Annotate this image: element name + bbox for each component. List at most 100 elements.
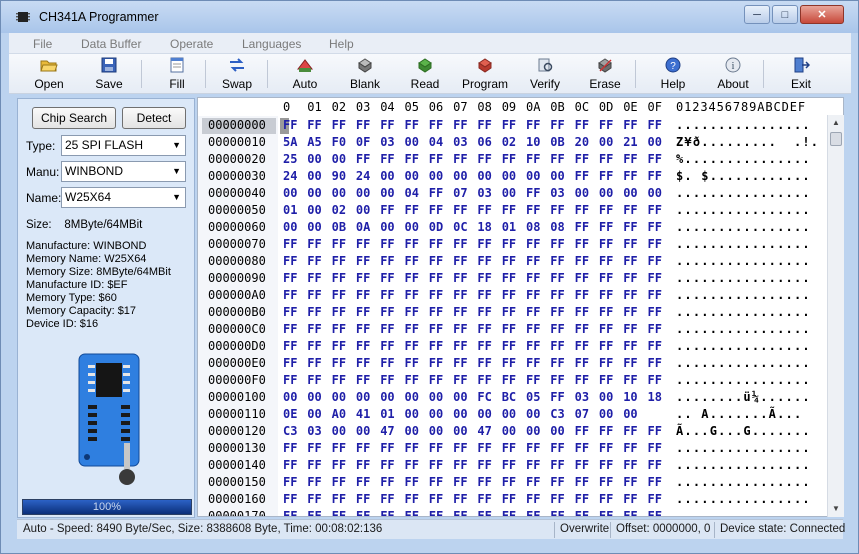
ascii-text[interactable]: ................ bbox=[676, 475, 811, 489]
hex-byte[interactable]: FF bbox=[477, 118, 491, 132]
hex-byte[interactable]: FF bbox=[283, 458, 297, 472]
hex-byte[interactable]: FF bbox=[599, 441, 613, 455]
hex-byte[interactable]: FF bbox=[575, 271, 589, 285]
hex-byte[interactable]: FF bbox=[648, 220, 662, 234]
hex-byte[interactable]: FF bbox=[502, 118, 516, 132]
hex-byte[interactable]: FF bbox=[623, 152, 637, 166]
hex-byte[interactable]: FF bbox=[623, 288, 637, 302]
ascii-text[interactable]: ................ bbox=[676, 118, 811, 132]
hex-byte[interactable]: FF bbox=[550, 237, 564, 251]
hex-byte[interactable]: FF bbox=[307, 271, 321, 285]
hex-byte[interactable]: FF bbox=[332, 373, 346, 387]
hex-byte[interactable]: 00 bbox=[502, 424, 516, 438]
ascii-text[interactable]: Ã...G...G....... bbox=[676, 424, 811, 438]
hex-byte[interactable]: FF bbox=[550, 288, 564, 302]
hex-byte[interactable]: FF bbox=[307, 458, 321, 472]
hex-byte[interactable]: FF bbox=[599, 220, 613, 234]
hex-byte[interactable]: 24 bbox=[356, 169, 370, 183]
toolbar-blank-button[interactable]: Blank bbox=[339, 55, 391, 93]
hex-byte[interactable]: FF bbox=[405, 271, 419, 285]
ascii-text[interactable]: ................ bbox=[676, 288, 811, 302]
hex-byte[interactable]: FF bbox=[550, 458, 564, 472]
hex-byte[interactable]: FF bbox=[405, 237, 419, 251]
toolbar-verify-button[interactable]: Verify bbox=[519, 55, 571, 93]
hex-byte[interactable]: FF bbox=[575, 322, 589, 336]
menu-file[interactable]: File bbox=[33, 37, 52, 51]
hex-byte[interactable]: FF bbox=[307, 492, 321, 506]
hex-byte[interactable]: 00 bbox=[453, 390, 467, 404]
ascii-text[interactable]: ................ bbox=[676, 322, 811, 336]
hex-byte[interactable]: FF bbox=[380, 373, 394, 387]
hex-byte[interactable]: 00 bbox=[526, 169, 540, 183]
hex-byte[interactable]: FF bbox=[356, 305, 370, 319]
hex-byte[interactable]: FF bbox=[623, 305, 637, 319]
hex-byte[interactable]: FF bbox=[429, 356, 443, 370]
hex-byte[interactable]: FF bbox=[283, 475, 297, 489]
hex-byte[interactable]: 0E bbox=[283, 407, 297, 421]
hex-byte[interactable]: 00 bbox=[599, 390, 613, 404]
hex-byte[interactable]: FF bbox=[453, 305, 467, 319]
hex-byte[interactable]: FF bbox=[477, 458, 491, 472]
hex-byte[interactable]: FF bbox=[623, 373, 637, 387]
hex-byte[interactable]: 04 bbox=[405, 186, 419, 200]
ascii-text[interactable]: ................ bbox=[676, 203, 811, 217]
hex-byte[interactable]: FF bbox=[526, 356, 540, 370]
hex-byte[interactable]: FF bbox=[599, 305, 613, 319]
hex-byte[interactable]: FF bbox=[307, 475, 321, 489]
ascii-text[interactable]: Z¥ð......... .!. bbox=[676, 135, 819, 149]
hex-byte[interactable]: FF bbox=[477, 356, 491, 370]
hex-byte[interactable]: FF bbox=[283, 492, 297, 506]
hex-byte[interactable]: FF bbox=[526, 305, 540, 319]
hex-byte[interactable]: FF bbox=[526, 322, 540, 336]
hex-byte[interactable]: FF bbox=[380, 118, 394, 132]
hex-byte[interactable]: 07 bbox=[453, 186, 467, 200]
hex-byte[interactable]: FF bbox=[550, 152, 564, 166]
hex-byte[interactable]: 00 bbox=[623, 186, 637, 200]
close-button[interactable]: ✕ bbox=[800, 5, 844, 24]
hex-byte[interactable]: FF bbox=[575, 288, 589, 302]
hex-byte[interactable]: FF bbox=[575, 305, 589, 319]
detect-button[interactable]: Detect bbox=[122, 107, 186, 129]
vertical-scrollbar[interactable]: ▲ ▼ bbox=[827, 115, 844, 517]
hex-byte[interactable]: FF bbox=[575, 220, 589, 234]
hex-byte[interactable]: 0B bbox=[332, 220, 346, 234]
hex-byte[interactable]: 00 bbox=[453, 407, 467, 421]
hex-byte[interactable]: 00 bbox=[623, 407, 637, 421]
hex-byte[interactable]: FF bbox=[429, 509, 443, 516]
hex-byte[interactable]: FF bbox=[648, 169, 662, 183]
hex-byte[interactable]: FF bbox=[429, 271, 443, 285]
toolbar-swap-button[interactable]: Swap bbox=[211, 55, 263, 93]
ascii-text[interactable]: ................ bbox=[676, 237, 811, 251]
toolbar-exit-button[interactable]: Exit bbox=[775, 55, 827, 93]
hex-byte[interactable]: FF bbox=[405, 305, 419, 319]
hex-byte[interactable]: 00 bbox=[356, 390, 370, 404]
hex-byte[interactable]: FF bbox=[550, 339, 564, 353]
hex-byte[interactable]: FF bbox=[429, 237, 443, 251]
hex-byte[interactable]: 00 bbox=[356, 186, 370, 200]
manu-select[interactable]: WINBOND ▼ bbox=[61, 161, 186, 182]
maximize-button[interactable]: □ bbox=[772, 5, 798, 24]
hex-byte[interactable]: FF bbox=[502, 254, 516, 268]
hex-byte[interactable]: FF bbox=[405, 458, 419, 472]
toolbar-save-button[interactable]: Save bbox=[83, 55, 135, 93]
hex-byte[interactable]: 03 bbox=[575, 390, 589, 404]
hex-byte[interactable]: FF bbox=[453, 441, 467, 455]
hex-byte[interactable]: 00 bbox=[429, 407, 443, 421]
hex-byte[interactable]: 90 bbox=[332, 169, 346, 183]
hex-byte[interactable]: FF bbox=[648, 237, 662, 251]
hex-byte[interactable]: FF bbox=[453, 509, 467, 516]
hex-byte[interactable]: FF bbox=[502, 305, 516, 319]
hex-byte[interactable]: 02 bbox=[332, 203, 346, 217]
hex-byte[interactable]: FF bbox=[307, 305, 321, 319]
hex-byte[interactable]: 00 bbox=[307, 203, 321, 217]
ascii-text[interactable]: .. A.......Ã... bbox=[676, 407, 802, 421]
hex-byte[interactable]: FF bbox=[380, 322, 394, 336]
hex-byte[interactable]: FF bbox=[477, 339, 491, 353]
hex-byte[interactable]: FF bbox=[599, 203, 613, 217]
hex-byte[interactable]: FF bbox=[380, 509, 394, 516]
hex-byte[interactable]: FF bbox=[599, 509, 613, 516]
hex-byte[interactable]: FF bbox=[332, 339, 346, 353]
hex-byte[interactable]: 10 bbox=[526, 135, 540, 149]
hex-byte[interactable]: FF bbox=[623, 237, 637, 251]
hex-byte[interactable]: 00 bbox=[648, 186, 662, 200]
